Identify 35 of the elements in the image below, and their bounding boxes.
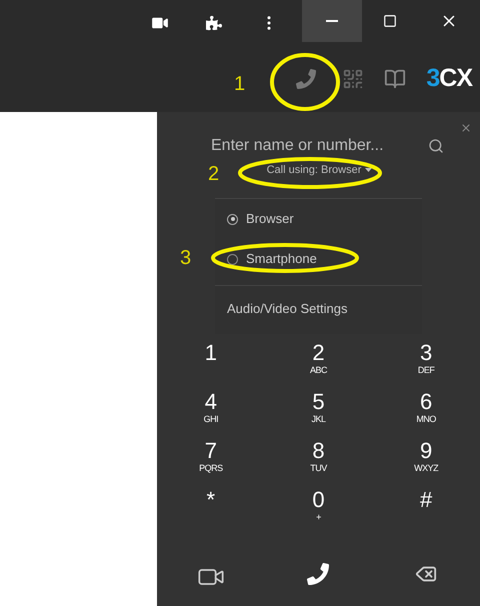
radio-button[interactable] [227,214,238,224]
dial-key[interactable]: 7 PQRS [157,438,265,488]
video-camera-icon[interactable] [152,16,168,30]
annotation-ellipse [270,53,340,111]
search-icon[interactable] [428,138,444,154]
maximize-icon [383,14,397,28]
annotation-number: 2 [208,164,220,184]
annotation-number: 3 [180,248,192,268]
dial-key[interactable]: 6 MNO [372,390,480,438]
annotation-number: 1 [234,74,246,94]
dial-key[interactable]: 9 WXYZ [372,438,480,488]
audio-video-settings-item[interactable]: Audio/Video Settings [215,286,422,332]
logo: 3CX [426,63,472,94]
minimize-icon [326,20,338,22]
puzzle-piece-icon[interactable] [206,15,222,31]
call-using-dropdown[interactable]: Call using: Browser [266,162,372,178]
close-icon[interactable] [460,122,472,134]
caret-icon [365,168,372,172]
dial-key[interactable]: 8 TUV [264,438,372,488]
dial-key[interactable]: 3 DEF [372,340,480,390]
qr-code-icon[interactable] [342,68,364,90]
dial-key[interactable]: * [157,488,265,536]
call-icon[interactable] [307,562,330,584]
search-field[interactable]: Enter name or number... [211,134,418,158]
radio-button[interactable] [227,254,238,264]
dial-key[interactable]: 0 + [264,488,372,536]
phone-icon[interactable] [296,69,316,89]
book-icon[interactable] [384,68,406,90]
dial-key[interactable]: # [372,488,480,536]
dial-key[interactable]: 4 GHI [157,390,265,438]
dial-key[interactable]: 1 [157,340,265,390]
dial-key[interactable]: 2 ABC [264,340,372,390]
dial-key[interactable]: 5 JKL [264,390,372,438]
menu-option[interactable]: Browser [215,199,422,239]
menu-option[interactable]: Smartphone [215,239,422,279]
